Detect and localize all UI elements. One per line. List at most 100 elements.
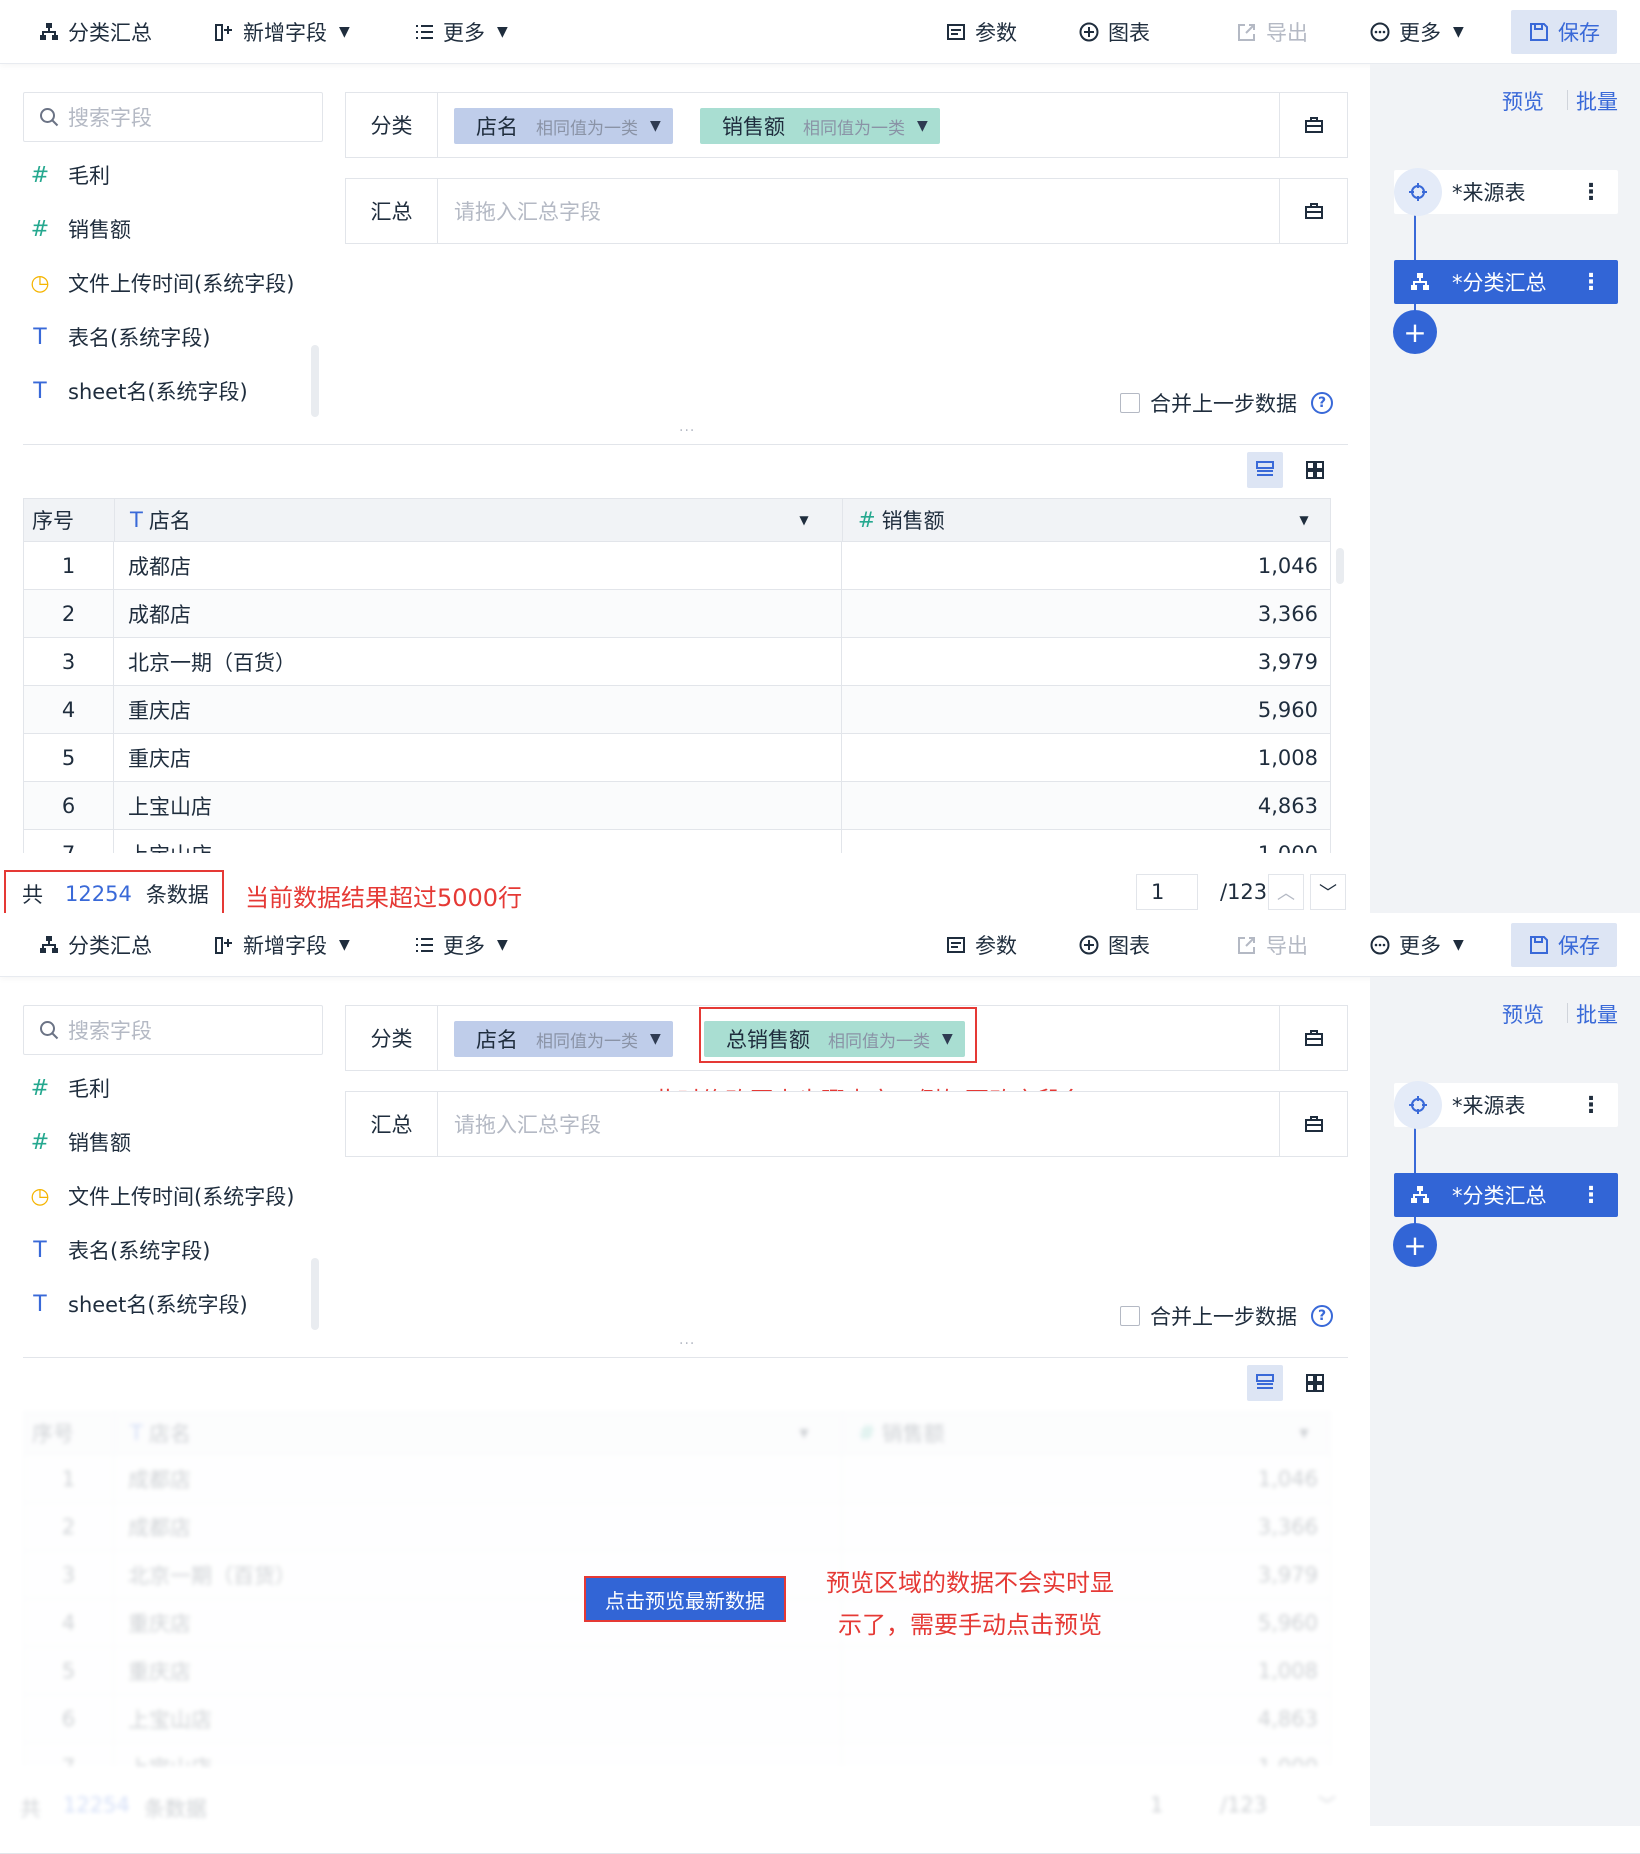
params-button[interactable]: 参数 [945, 913, 1017, 977]
merge-previous-step[interactable]: 合并上一步数据 ? [1120, 1301, 1333, 1331]
table-row[interactable]: 5重庆店 1,008 [23, 734, 1331, 782]
caret-down-icon[interactable]: ▼ [917, 118, 928, 134]
merge-checkbox[interactable] [1120, 1306, 1140, 1326]
table-row[interactable]: 7上宝山店1,000 [23, 830, 1331, 853]
calculated-number-field-icon: # [30, 216, 50, 242]
more-menu-right[interactable]: 更多 ▼ [1369, 0, 1464, 64]
resize-handle-icon[interactable]: ··· [679, 1336, 695, 1352]
field-search-input[interactable]: 搜索字段 [23, 92, 323, 142]
summary-drop-zone[interactable]: 请拖入汇总字段 [454, 1092, 601, 1156]
export-button[interactable]: 导出 [1236, 913, 1308, 977]
table-row[interactable]: 3北京一期（百货） 3,979 [23, 638, 1331, 686]
step-node-source[interactable]: *来源表 ⋮ [1394, 1081, 1618, 1129]
field-item-upload-time[interactable]: ◷ 文件上传时间(系统字段) [26, 1176, 294, 1216]
field-search-input[interactable]: 搜索字段 [23, 1005, 323, 1055]
add-field-button[interactable]: 新增字段 ▼ [213, 913, 350, 977]
more-menu-right[interactable]: 更多 ▼ [1369, 913, 1464, 977]
grid-view-button[interactable] [1297, 1365, 1333, 1401]
chart-button[interactable]: 图表 [1078, 913, 1150, 977]
field-item-sales[interactable]: # 销售额 [26, 1122, 131, 1162]
node-label: *分类汇总 [1452, 271, 1547, 295]
clear-category-button[interactable] [1279, 93, 1347, 157]
field-item-gross-profit[interactable]: # 毛利 [26, 155, 110, 195]
preview-link[interactable]: 预览 [1502, 86, 1544, 116]
field-list-scrollbar[interactable] [311, 345, 319, 417]
list-view-button[interactable] [1247, 1365, 1283, 1401]
caret-down-icon[interactable]: ▼ [650, 118, 661, 134]
table-scrollbar[interactable] [1336, 548, 1344, 584]
more-menu-left[interactable]: 更多 ▼ [413, 913, 508, 977]
step-node-group-summary[interactable]: *分类汇总 ⋮ [1394, 260, 1618, 304]
add-step-button[interactable]: + [1393, 310, 1437, 354]
step-node-source[interactable]: *来源表 ⋮ [1394, 168, 1618, 216]
add-step-button[interactable]: + [1393, 1223, 1437, 1267]
kebab-menu-icon[interactable]: ⋮ [1580, 180, 1602, 205]
kebab-menu-icon[interactable]: ⋮ [1580, 1093, 1602, 1118]
summary-drop-zone[interactable]: 请拖入汇总字段 [454, 179, 601, 243]
caret-down-icon: ▼ [339, 937, 350, 953]
more-dots-icon [1370, 22, 1390, 42]
list-view-button[interactable] [1247, 452, 1283, 488]
summary-row: 汇总 请拖入汇总字段 [345, 1091, 1348, 1157]
field-label: sheet名(系统字段) [68, 380, 248, 404]
header-sales-menu[interactable]: ▼ [1294, 499, 1324, 541]
category-tag-store[interactable]: 店名 相同值为一类 ▼ [454, 1021, 673, 1057]
page-number-input[interactable]: 1 [1136, 874, 1198, 910]
header-sales[interactable]: #销售额 [858, 499, 945, 541]
header-store[interactable]: T店名 [130, 499, 191, 541]
table-row[interactable]: 2成都店 3,366 [23, 590, 1331, 638]
save-icon [1530, 23, 1548, 41]
kebab-menu-icon[interactable]: ⋮ [1580, 270, 1602, 295]
help-icon[interactable]: ? [1311, 1305, 1333, 1327]
calculated-number-field-icon: # [30, 1129, 50, 1155]
save-button[interactable]: 保存 [1511, 10, 1617, 54]
more-menu-left[interactable]: 更多 ▼ [413, 0, 508, 64]
table-row[interactable]: 1成都店 1,046 [23, 542, 1331, 590]
kebab-menu-icon[interactable]: ⋮ [1580, 1183, 1602, 1208]
list-icon [416, 25, 433, 39]
step-node-group-summary[interactable]: *分类汇总 ⋮ [1394, 1173, 1618, 1217]
merge-checkbox[interactable] [1120, 393, 1140, 413]
table-row[interactable]: 4重庆店 5,960 [23, 686, 1331, 734]
table-row[interactable]: 6上宝山店 4,863 [23, 782, 1331, 830]
batch-link[interactable]: 批量 [1576, 999, 1618, 1029]
clock-icon: ◷ [30, 270, 50, 296]
group-summary-button[interactable]: 分类汇总 [38, 0, 152, 64]
merge-previous-step[interactable]: 合并上一步数据 ? [1120, 388, 1333, 418]
caret-down-icon[interactable]: ▼ [650, 1031, 661, 1047]
category-tag-store[interactable]: 店名 相同值为一类 ▼ [454, 108, 673, 144]
add-field-button[interactable]: 新增字段 ▼ [213, 0, 350, 64]
field-item-sales[interactable]: # 销售额 [26, 209, 131, 249]
prev-page-button[interactable]: ︿ [1268, 874, 1304, 910]
field-item-table-name[interactable]: T 表名(系统字段) [26, 317, 210, 357]
clear-summary-button[interactable] [1279, 1092, 1347, 1156]
field-item-sheet-name[interactable]: Tsheet名(系统字段) [26, 371, 248, 411]
batch-link[interactable]: 批量 [1576, 86, 1618, 116]
field-item-upload-time[interactable]: ◷ 文件上传时间(系统字段) [26, 263, 294, 303]
preview-link[interactable]: 预览 [1502, 999, 1544, 1029]
field-label: sheet名(系统字段) [68, 1293, 248, 1317]
grid-view-button[interactable] [1297, 452, 1333, 488]
category-tag-sales[interactable]: 销售额 相同值为一类 ▼ [700, 108, 940, 144]
header-store-menu[interactable]: ▼ [794, 499, 824, 541]
chart-button[interactable]: 图表 [1078, 0, 1150, 64]
help-icon[interactable]: ? [1311, 392, 1333, 414]
refresh-preview-button[interactable]: 点击预览最新数据 [584, 1576, 786, 1622]
save-icon [1530, 936, 1548, 954]
next-page-button[interactable]: ﹀ [1310, 874, 1346, 910]
group-summary-button[interactable]: 分类汇总 [38, 913, 152, 977]
field-label: 文件上传时间(系统字段) [68, 1185, 295, 1209]
clear-summary-button[interactable] [1279, 179, 1347, 243]
export-button[interactable]: 导出 [1236, 0, 1308, 64]
field-item-sheet-name[interactable]: Tsheet名(系统字段) [26, 1284, 248, 1324]
field-list-scrollbar[interactable] [311, 1258, 319, 1330]
save-button[interactable]: 保存 [1511, 923, 1617, 967]
resize-handle-icon[interactable]: ··· [679, 423, 695, 439]
field-item-gross-profit[interactable]: # 毛利 [26, 1068, 110, 1108]
divider [23, 1357, 1348, 1358]
summary-label: 汇总 [346, 179, 438, 243]
params-button[interactable]: 参数 [945, 0, 1017, 64]
field-item-table-name[interactable]: T 表名(系统字段) [26, 1230, 210, 1270]
source-table-icon [1394, 1081, 1442, 1129]
clear-category-button[interactable] [1279, 1006, 1347, 1070]
